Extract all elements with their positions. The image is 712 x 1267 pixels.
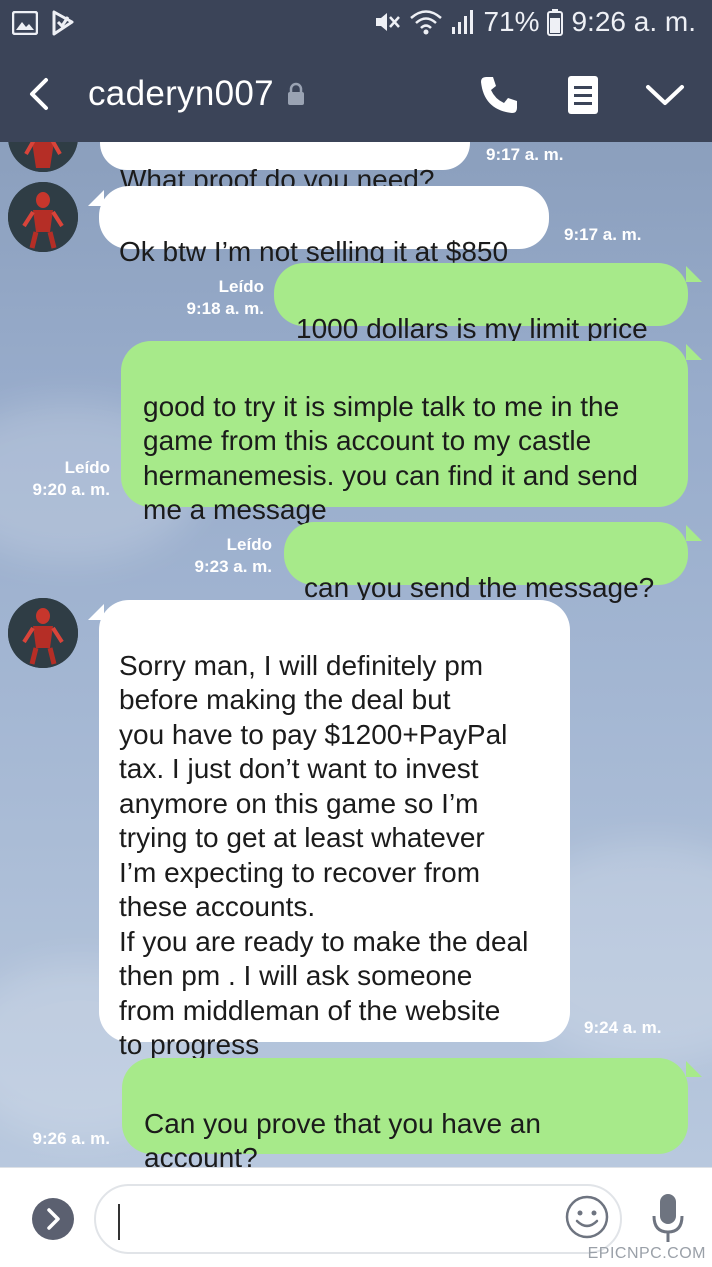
- status-bar: 71% 9:26 a. m.: [0, 0, 712, 46]
- message-text: Sorry man, I will definitely pm before m…: [119, 649, 529, 1061]
- battery-percent: 71%: [483, 6, 540, 37]
- input-bar: EPICNPC.COM: [0, 1167, 712, 1267]
- message-text: good to try it is simple talk to me in t…: [143, 390, 638, 526]
- chevron-right-icon: [47, 1208, 60, 1230]
- message-bubble-in[interactable]: What proof do you need?: [100, 142, 470, 195]
- contact-name[interactable]: caderyn007: [88, 74, 274, 114]
- back-arrow-icon[interactable]: [20, 74, 60, 114]
- chat-header: caderyn007: [0, 46, 712, 142]
- message-time: 9:17 a. m.: [486, 145, 564, 164]
- message-text: 1000 dollars is my limit price: [296, 312, 648, 344]
- watermark: EPICNPC.COM: [587, 1245, 706, 1262]
- phone-icon[interactable]: [476, 72, 522, 118]
- wifi-icon: [410, 10, 443, 35]
- message-bubble-in[interactable]: Ok btw I’m not selling it at $850: [99, 186, 549, 267]
- read-receipt: Leído 9:23 a. m.: [194, 535, 273, 576]
- message-text: Can you prove that you have an account?: [144, 1107, 541, 1168]
- avatar[interactable]: [8, 142, 78, 172]
- message-time: 9:26 a. m.: [32, 1129, 111, 1148]
- message-text: Ok btw I’m not selling it at $850: [119, 235, 509, 267]
- chat-area[interactable]: What proof do you need? 9:17 a. m. Ok bt…: [0, 142, 712, 1167]
- mic-icon[interactable]: [648, 1192, 688, 1244]
- message-time: 9:24 a. m.: [584, 1018, 662, 1037]
- read-receipt: Leído 9:18 a. m.: [186, 277, 265, 318]
- gallery-icon: [12, 11, 38, 35]
- mute-icon: [376, 13, 401, 31]
- battery-icon: [547, 9, 564, 36]
- read-receipt: Leído 9:20 a. m.: [32, 458, 111, 499]
- avatar[interactable]: [8, 598, 78, 668]
- signal-icon: [452, 10, 474, 34]
- clock: 9:26 a. m.: [571, 6, 696, 37]
- message-bubble-out[interactable]: Can you prove that you have an account?: [122, 1058, 688, 1167]
- lock-icon: [288, 82, 304, 105]
- message-input[interactable]: [94, 1184, 622, 1254]
- message-bubble-in[interactable]: Sorry man, I will definitely pm before m…: [99, 600, 570, 1060]
- message-bubble-out[interactable]: 1000 dollars is my limit price: [274, 263, 688, 344]
- expand-button[interactable]: [32, 1198, 74, 1240]
- check-flag-icon: [52, 10, 74, 36]
- chevron-down-icon[interactable]: [642, 72, 688, 118]
- message-time: 9:17 a. m.: [564, 225, 642, 244]
- avatar[interactable]: [8, 182, 78, 252]
- message-bubble-out[interactable]: can you send the message?: [284, 522, 688, 603]
- message-bubble-out[interactable]: good to try it is simple talk to me in t…: [121, 341, 688, 525]
- text-caret: [118, 1204, 120, 1240]
- menu-icon[interactable]: [560, 72, 606, 118]
- emoji-icon[interactable]: [564, 1194, 610, 1240]
- message-text: can you send the message?: [304, 571, 655, 603]
